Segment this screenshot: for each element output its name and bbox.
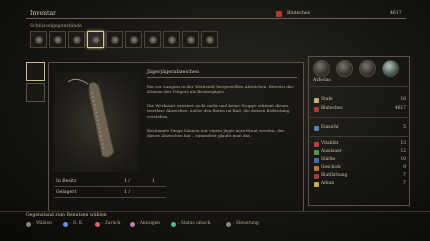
stats-divider-top bbox=[310, 86, 408, 87]
stored-value: 1 / bbox=[124, 190, 130, 195]
stat-label: Einsicht bbox=[321, 125, 339, 130]
rune-slot-3 bbox=[359, 60, 376, 77]
control-switch-status: : Status umsch. bbox=[178, 221, 212, 226]
stored-label: Gelagert bbox=[56, 190, 77, 195]
strength-icon bbox=[314, 158, 319, 163]
options-button-icon bbox=[226, 222, 231, 227]
endurance-icon bbox=[314, 150, 319, 155]
control-view: : Anzeigen bbox=[137, 221, 160, 226]
owned-label: In Besitz bbox=[56, 179, 77, 184]
stat-label: Ausdauer bbox=[321, 149, 342, 154]
armor-icon bbox=[149, 36, 157, 44]
tab-consumables[interactable] bbox=[30, 31, 47, 48]
stat-label: Stärke bbox=[321, 157, 336, 162]
square-button-icon bbox=[130, 222, 135, 227]
key-items-icon bbox=[92, 36, 100, 44]
stat-value: 9 bbox=[403, 165, 406, 170]
tab-runes[interactable] bbox=[163, 31, 180, 48]
footer-divider bbox=[0, 211, 430, 212]
stat-value: 16 bbox=[400, 97, 406, 102]
tab-materials[interactable] bbox=[49, 31, 66, 48]
blood-echo-icon bbox=[276, 11, 282, 17]
item-name: Jägerjägerabzeichen bbox=[147, 69, 200, 75]
stat-label: Arkan bbox=[321, 181, 335, 186]
consumables-icon bbox=[35, 36, 43, 44]
dpad-icon bbox=[26, 222, 31, 227]
stat-label: Stufe bbox=[321, 97, 333, 102]
page-title: Inventar bbox=[30, 10, 56, 17]
tab-chalices[interactable] bbox=[201, 31, 218, 48]
stat-value: 13 bbox=[400, 141, 406, 146]
control-confirm: : O. K. bbox=[70, 221, 84, 226]
character-name: Arbolas bbox=[313, 78, 331, 83]
tab-firearms[interactable] bbox=[125, 31, 142, 48]
level-icon bbox=[314, 98, 319, 103]
item-description-2: Die Werkstatt existiert nicht mehr und k… bbox=[147, 103, 290, 119]
stats-divider bbox=[310, 136, 408, 137]
gem-icon bbox=[187, 36, 195, 44]
stat-label: Blutechos bbox=[321, 106, 343, 111]
cross-button-icon bbox=[63, 222, 68, 227]
materials-icon bbox=[54, 36, 62, 44]
blood-echo-icon bbox=[314, 107, 319, 112]
firearm-icon bbox=[130, 36, 138, 44]
stat-label: Geschick bbox=[321, 165, 341, 170]
tab-weapons[interactable] bbox=[106, 31, 123, 48]
control-select: : Wählen bbox=[33, 221, 52, 226]
stat-value: 5 bbox=[403, 125, 406, 130]
stored-divider bbox=[54, 197, 166, 198]
owned-max: 1 bbox=[152, 179, 155, 184]
circle-button-icon bbox=[95, 222, 100, 227]
item-image bbox=[54, 72, 139, 172]
rune-slot-4 bbox=[382, 60, 399, 77]
item-description-1: Ein vor Langem in der Werkstatt hergeste… bbox=[147, 84, 294, 95]
owned-value: 1 / bbox=[124, 179, 130, 184]
stat-value: 7 bbox=[403, 173, 406, 178]
stat-value: 7 bbox=[403, 181, 406, 186]
rune-slot-2 bbox=[336, 60, 353, 77]
category-subtitle: Schlüsselgegenstände bbox=[30, 24, 82, 29]
stat-label: Vitalität bbox=[321, 141, 339, 146]
rune-icon bbox=[168, 36, 176, 44]
control-controls: : Steuerung bbox=[233, 221, 259, 226]
tab-key-items-selected[interactable] bbox=[87, 31, 104, 48]
rune-slot-1 bbox=[313, 60, 330, 77]
footer-hint: Gegenstand zum Benutzen wählen bbox=[26, 213, 107, 218]
item-description-3: Bestimmte Dinge können nur einem Jäger a… bbox=[147, 128, 285, 139]
stat-value: 12 bbox=[400, 149, 406, 154]
insight-icon bbox=[314, 126, 319, 131]
vitality-icon bbox=[314, 142, 319, 147]
blood-echo-label: Blutechos bbox=[287, 11, 311, 16]
skill-icon bbox=[314, 166, 319, 171]
item-name-divider bbox=[147, 77, 297, 78]
header-divider bbox=[26, 18, 406, 19]
tab-armor[interactable] bbox=[144, 31, 161, 48]
stat-value: 4617 bbox=[395, 106, 406, 111]
triangle-button-icon bbox=[171, 222, 176, 227]
stat-label: Blutfärbung bbox=[321, 173, 348, 178]
stats-divider bbox=[310, 117, 408, 118]
weapon-icon bbox=[111, 36, 119, 44]
stat-value: 10 bbox=[400, 157, 406, 162]
tab-gems[interactable] bbox=[182, 31, 199, 48]
item-slot-2[interactable] bbox=[26, 83, 45, 102]
control-back: : Zurück bbox=[102, 221, 121, 226]
item-slot-badge[interactable] bbox=[26, 62, 45, 81]
chalice-icon bbox=[206, 36, 214, 44]
bloodtinge-icon bbox=[314, 174, 319, 179]
tab-key-items[interactable] bbox=[68, 31, 85, 48]
arcane-icon bbox=[314, 182, 319, 187]
key-items-icon bbox=[73, 36, 81, 44]
blood-echo-value: 4617 bbox=[390, 11, 402, 16]
owned-divider bbox=[54, 186, 166, 187]
